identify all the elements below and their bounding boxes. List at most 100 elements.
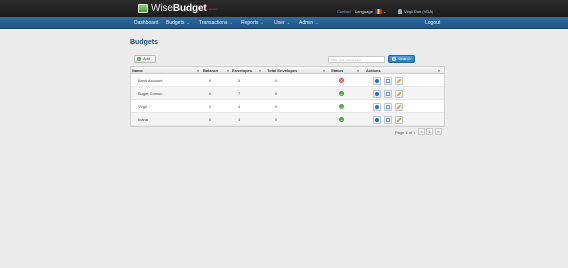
sort-icon[interactable]: ♦ xyxy=(259,68,261,73)
plus-icon: + xyxy=(137,57,141,61)
wallet-logo-icon xyxy=(138,4,148,13)
nav-reports[interactable]: Reports ⌄ xyxy=(241,20,264,26)
nav-label: Admin xyxy=(299,20,314,26)
nav-label: User xyxy=(274,20,285,26)
budget-envelopes: 4 xyxy=(238,104,241,109)
sort-icon[interactable]: ♦ xyxy=(227,68,229,73)
sort-icon[interactable]: ♦ xyxy=(357,68,359,73)
username-link[interactable]: Virgil Dan (VDA) xyxy=(404,9,433,14)
pagination-page-1[interactable]: 1 xyxy=(426,128,433,135)
column-header-actions: Actions xyxy=(366,68,381,73)
chevron-down-icon: ⌄ xyxy=(229,20,233,25)
language-label: Language xyxy=(355,9,373,14)
table-row: Ioana 0 4 0 – xyxy=(131,113,444,126)
search-input[interactable] xyxy=(328,56,385,63)
edit-icon xyxy=(397,118,401,122)
search-button[interactable]: Search xyxy=(388,55,415,63)
info-icon xyxy=(375,105,379,109)
edit-icon xyxy=(397,92,401,96)
column-header-total-envelopes[interactable]: Total Envelopes xyxy=(267,68,297,73)
budget-envelopes: 5 xyxy=(238,78,241,83)
brand-light: Wise xyxy=(151,3,173,14)
info-button[interactable] xyxy=(373,116,381,124)
nav-user[interactable]: User ⌄ xyxy=(274,20,290,26)
budget-balance: 0 xyxy=(209,104,212,109)
edit-icon xyxy=(397,105,401,109)
budget-balance: 0 xyxy=(209,91,212,96)
column-header-envelopes[interactable]: Envelopes xyxy=(232,68,252,73)
mail-button[interactable] xyxy=(384,116,392,124)
mail-button[interactable] xyxy=(384,90,392,98)
nav-transactions[interactable]: Transactions ⌄ xyxy=(199,20,233,26)
add-budget-button[interactable]: + Add xyxy=(134,55,156,63)
brand-tagline: demo version xyxy=(200,7,219,11)
status-active-icon[interactable]: – xyxy=(339,91,344,96)
budget-name[interactable]: Buget Comun xyxy=(138,91,162,96)
sort-icon[interactable]: ♦ xyxy=(197,68,199,73)
language-flag-icon[interactable] xyxy=(375,9,382,14)
nav-label: Transactions xyxy=(199,20,228,26)
budget-total-envelopes: 0 xyxy=(275,117,278,122)
budget-total-envelopes: 0 xyxy=(275,91,278,96)
user-icon xyxy=(398,9,402,14)
info-button[interactable] xyxy=(373,103,381,111)
status-active-icon[interactable]: – xyxy=(339,104,344,109)
budget-envelopes: 4 xyxy=(238,117,241,122)
search-button-label: Search xyxy=(398,56,411,61)
info-icon xyxy=(375,79,379,83)
edit-icon xyxy=(397,79,401,83)
mail-button[interactable] xyxy=(384,77,392,85)
mail-icon xyxy=(386,79,390,83)
table-row: Bank Account 0 5 0 ✕ xyxy=(131,74,444,87)
column-header-name[interactable]: Name xyxy=(132,68,143,73)
chevron-down-icon: ⌄ xyxy=(260,20,264,25)
pagination-prev-button[interactable]: « xyxy=(418,128,425,135)
column-header-balance[interactable]: Balance xyxy=(203,68,218,73)
info-button[interactable] xyxy=(373,90,381,98)
page-title: Budgets xyxy=(130,39,158,46)
budget-total-envelopes: 0 xyxy=(275,78,278,83)
add-button-label: Add xyxy=(143,56,151,61)
chevron-down-icon: ⌄ xyxy=(286,20,290,25)
language-caret-icon[interactable]: ⌄ xyxy=(383,9,386,14)
status-active-icon[interactable]: – xyxy=(339,117,344,122)
budget-name[interactable]: Virgil xyxy=(138,104,147,109)
table-row: Buget Comun 0 7 0 – xyxy=(131,87,444,100)
mail-icon xyxy=(386,92,390,96)
chevron-down-icon: ⌄ xyxy=(186,20,190,25)
info-button[interactable] xyxy=(373,77,381,85)
nav-label: Dashboard xyxy=(134,20,159,26)
table-row: Virgil 0 4 0 – xyxy=(131,100,444,113)
sort-icon[interactable]: ♦ xyxy=(323,68,325,73)
edit-button[interactable] xyxy=(395,90,403,98)
budget-name[interactable]: Ioana xyxy=(138,117,148,122)
nav-budgets[interactable]: Budgets ⌄ xyxy=(166,20,190,26)
mail-icon xyxy=(386,105,390,109)
info-icon xyxy=(375,118,379,122)
main-navbar: Dashboard Budgets ⌄ Transactions ⌄ Reports… xyxy=(0,17,568,29)
logout-link[interactable]: Logout xyxy=(425,20,440,26)
nav-dashboard[interactable]: Dashboard xyxy=(134,20,158,26)
budget-balance: 0 xyxy=(209,78,212,83)
table-header: Name ♦ Balance ♦ Envelopes ♦ Total Envel… xyxy=(131,67,444,74)
budget-envelopes: 7 xyxy=(238,91,241,96)
mail-button[interactable] xyxy=(384,103,392,111)
top-bar: WiseBudget demo version Contact Language… xyxy=(0,0,568,17)
edit-button[interactable] xyxy=(395,77,403,85)
pagination-next-button[interactable]: » xyxy=(435,128,442,135)
sort-icon[interactable]: ♦ xyxy=(438,68,440,73)
brand-logo[interactable]: WiseBudget xyxy=(151,3,207,14)
budget-name[interactable]: Bank Account xyxy=(138,78,162,83)
edit-button[interactable] xyxy=(395,103,403,111)
search-icon xyxy=(392,57,396,61)
contact-link[interactable]: Contact xyxy=(337,9,351,14)
status-inactive-icon[interactable]: ✕ xyxy=(339,78,344,83)
column-header-status[interactable]: Status xyxy=(331,68,343,73)
chevron-down-icon: ⌄ xyxy=(315,20,319,25)
mail-icon xyxy=(386,118,390,122)
budget-total-envelopes: 0 xyxy=(275,104,278,109)
nav-admin[interactable]: Admin ⌄ xyxy=(299,20,319,26)
edit-button[interactable] xyxy=(395,116,403,124)
info-icon xyxy=(375,92,379,96)
pagination-label: Page 1 of 1 xyxy=(395,130,416,135)
